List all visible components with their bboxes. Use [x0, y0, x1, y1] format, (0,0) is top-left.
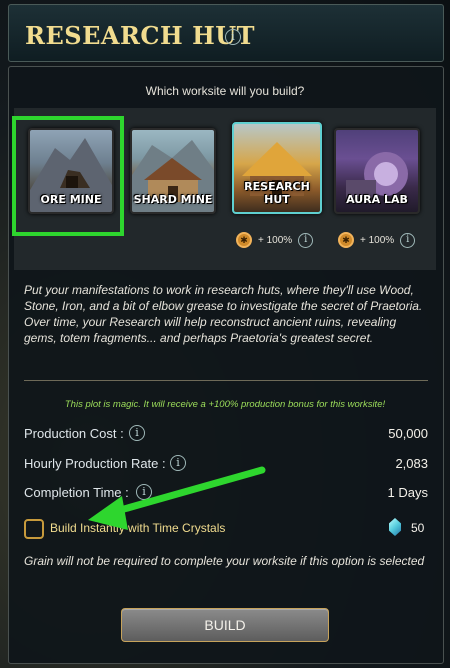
completion-time-row: Completion Time : i 1 Days — [24, 484, 428, 505]
worksite-label: RESEARCH HUT — [244, 180, 310, 206]
worksite-shard-mine[interactable]: SHARD MINE — [130, 128, 216, 214]
magic-plot-note: This plot is magic. It will receive a +1… — [64, 399, 386, 410]
completion-time-value: 1 Days — [387, 485, 428, 500]
build-instantly-checkbox[interactable] — [24, 519, 44, 539]
grain-note: Grain will not be required to complete y… — [24, 554, 425, 568]
worksite-question: Which worksite will you build? — [145, 84, 305, 98]
production-cost-row: Production Cost : i 50,000 — [24, 425, 428, 446]
worksite-aura-lab[interactable]: AURA LAB — [334, 128, 420, 214]
production-cost-label: Production Cost : — [24, 426, 124, 441]
title-info-icon[interactable]: i — [225, 29, 241, 45]
research-hut-bonus: ✱ + 100% i — [236, 232, 314, 250]
completion-time-label: Completion Time : — [24, 485, 129, 500]
bonus-value: + 100% — [258, 234, 293, 246]
completion-time-info-icon[interactable]: i — [136, 484, 152, 500]
selection-highlight — [12, 116, 124, 236]
divider — [24, 380, 428, 381]
gear-icon: ✱ — [236, 232, 252, 248]
build-button[interactable]: BUILD — [121, 608, 329, 642]
worksite-label: AURA LAB — [346, 193, 408, 206]
hourly-rate-value: 2,083 — [395, 456, 428, 471]
production-cost-value: 50,000 — [388, 426, 428, 441]
bonus-info-icon[interactable]: i — [298, 232, 314, 248]
worksite-label: SHARD MINE — [133, 193, 213, 206]
gear-icon: ✱ — [338, 232, 354, 248]
bonus-info-icon[interactable]: i — [400, 232, 416, 248]
production-cost-info-icon[interactable]: i — [129, 425, 145, 441]
time-crystal-count: 50 — [411, 521, 425, 535]
aura-lab-bonus: ✱ + 100% i — [338, 232, 416, 250]
build-instantly-label[interactable]: Build Instantly with Time Crystals — [50, 521, 225, 535]
hourly-rate-label: Hourly Production Rate : — [24, 456, 166, 471]
header-bar: RESEARCH HUT i — [8, 4, 444, 62]
hourly-rate-row: Hourly Production Rate : i 2,083 — [24, 455, 428, 476]
worksite-description: Put your manifestations to work in resea… — [24, 283, 423, 345]
worksite-research-hut[interactable]: RESEARCH HUT — [232, 122, 322, 214]
hourly-rate-info-icon[interactable]: i — [170, 455, 186, 471]
bonus-value: + 100% — [360, 234, 395, 246]
page-title: RESEARCH HUT — [25, 21, 256, 50]
